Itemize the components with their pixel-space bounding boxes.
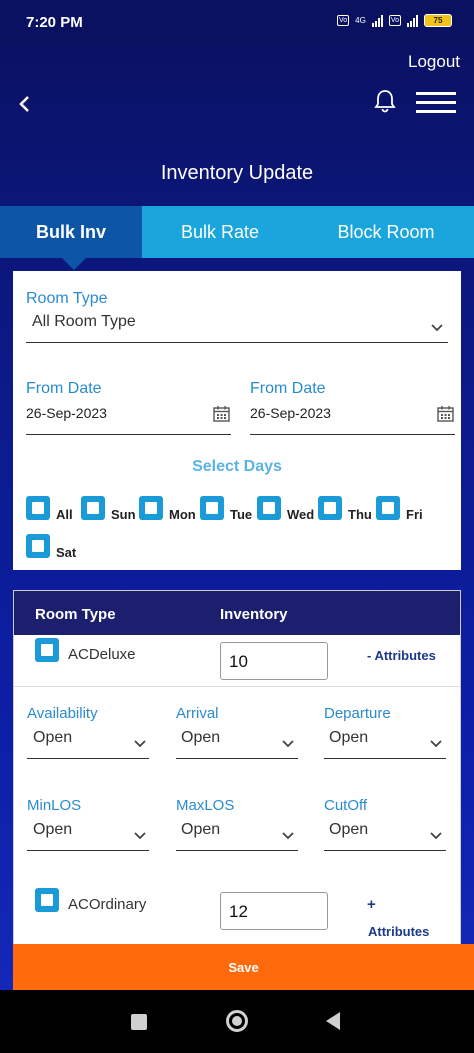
hamburger-menu-icon[interactable]: [416, 92, 456, 114]
chevron-down-icon[interactable]: [281, 736, 295, 748]
arrival-select[interactable]: Open: [181, 729, 220, 747]
arrival-label: Arrival: [176, 705, 219, 722]
day-label-thu: Thu: [348, 507, 372, 522]
row-checkbox-acordinary[interactable]: [35, 888, 59, 912]
battery-icon: 75: [424, 14, 452, 27]
tab-block-room[interactable]: Block Room: [298, 206, 474, 258]
checkbox-fri[interactable]: [376, 496, 400, 520]
checkbox-mon[interactable]: [139, 496, 163, 520]
availability-label: Availability: [27, 705, 98, 722]
cutoff-select[interactable]: Open: [329, 821, 368, 839]
attributes-toggle-acdeluxe[interactable]: - Attributes: [367, 648, 436, 663]
checkbox-thu[interactable]: [318, 496, 342, 520]
checkbox-sun[interactable]: [81, 496, 105, 520]
bell-icon[interactable]: [372, 88, 398, 114]
row-checkbox-acdeluxe[interactable]: [35, 638, 59, 662]
network-type: 4G: [355, 16, 366, 25]
maxlos-select[interactable]: Open: [181, 821, 220, 839]
day-label-tue: Tue: [230, 507, 253, 522]
inventory-input-acordinary[interactable]: 12: [220, 892, 328, 930]
back-arrow-icon[interactable]: [16, 92, 34, 116]
tab-bar: Bulk Inv Bulk Rate Block Room: [0, 206, 474, 270]
to-date-underline: [250, 434, 455, 435]
calendar-icon[interactable]: [213, 405, 230, 422]
checkbox-all[interactable]: [26, 496, 50, 520]
room-name-acdeluxe: ACDeluxe: [68, 646, 136, 663]
select-days-label: Select Days: [192, 458, 282, 475]
row-separator: [14, 686, 460, 687]
from-date-label: From Date: [26, 380, 102, 397]
maxlos-label: MaxLOS: [176, 797, 235, 814]
table-header: Room Type Inventory: [14, 591, 460, 635]
recent-apps-icon[interactable]: [131, 1014, 147, 1030]
chevron-down-icon[interactable]: [430, 320, 444, 332]
column-header-room-type: Room Type: [35, 606, 116, 623]
cutoff-label: CutOff: [324, 797, 368, 814]
to-date-input[interactable]: 26-Sep-2023: [250, 405, 331, 421]
status-time: 7:20 PM: [26, 14, 83, 31]
signal-icon: [371, 14, 383, 27]
room-type-label: Room Type: [26, 290, 108, 307]
chevron-down-icon[interactable]: [429, 828, 443, 840]
save-button[interactable]: Save: [13, 944, 474, 990]
chevron-down-icon[interactable]: [429, 736, 443, 748]
chevron-down-icon[interactable]: [133, 736, 147, 748]
day-label-all: All: [56, 507, 73, 522]
day-label-fri: Fri: [406, 507, 423, 522]
status-icons: Vo 4G Vo 75: [336, 14, 452, 27]
day-label-sun: Sun: [111, 507, 136, 522]
availability-select[interactable]: Open: [33, 729, 72, 747]
page-title: Inventory Update: [160, 162, 314, 184]
day-label-wed: Wed: [287, 507, 315, 522]
room-type-select[interactable]: All Room Type: [32, 313, 136, 331]
checkbox-tue[interactable]: [200, 496, 224, 520]
room-type-underline: [26, 342, 448, 343]
maxlos-underline: [176, 850, 298, 851]
attributes-plus-icon[interactable]: +: [367, 896, 376, 913]
room-name-acordinary: ACOrdinary: [68, 896, 147, 913]
from-date-underline: [26, 434, 231, 435]
from-date-input[interactable]: 26-Sep-2023: [26, 405, 107, 421]
availability-underline: [27, 758, 149, 759]
departure-label: Departure: [324, 705, 391, 722]
back-triangle-icon[interactable]: [326, 1012, 340, 1030]
battery-level: 75: [433, 16, 443, 25]
chevron-down-icon[interactable]: [281, 828, 295, 840]
logout-button[interactable]: Logout: [408, 52, 460, 72]
filter-card: Room Type All Room Type From Date 26-Sep…: [13, 271, 461, 570]
departure-select[interactable]: Open: [329, 729, 368, 747]
minlos-underline: [27, 850, 149, 851]
inventory-input-acdeluxe[interactable]: 10: [220, 642, 328, 680]
column-header-inventory: Inventory: [220, 606, 288, 623]
chevron-down-icon[interactable]: [133, 828, 147, 840]
attributes-toggle-acordinary[interactable]: Attributes: [368, 924, 429, 939]
calendar-icon-2[interactable]: [437, 405, 454, 422]
day-label-mon: Mon: [169, 507, 196, 522]
tab-bulk-inv[interactable]: Bulk Inv: [0, 206, 142, 270]
arrival-underline: [176, 758, 298, 759]
volte-icon-2: Vo: [388, 15, 401, 26]
checkbox-sat[interactable]: [26, 534, 50, 558]
inventory-table: Room Type Inventory ACDeluxe 10 - Attrib…: [13, 590, 461, 945]
to-date-label: From Date: [250, 380, 326, 397]
day-label-sat: Sat: [56, 545, 77, 560]
home-icon[interactable]: [226, 1010, 248, 1032]
checkbox-wed[interactable]: [257, 496, 281, 520]
status-bar: 7:20 PM Vo 4G Vo 75: [0, 0, 474, 44]
minlos-label: MinLOS: [27, 797, 82, 814]
departure-underline: [324, 758, 446, 759]
cutoff-underline: [324, 850, 446, 851]
tab-bulk-rate[interactable]: Bulk Rate: [142, 206, 298, 258]
volte-icon: Vo: [336, 15, 350, 26]
signal-icon-2: [407, 14, 418, 27]
minlos-select[interactable]: Open: [33, 821, 72, 839]
